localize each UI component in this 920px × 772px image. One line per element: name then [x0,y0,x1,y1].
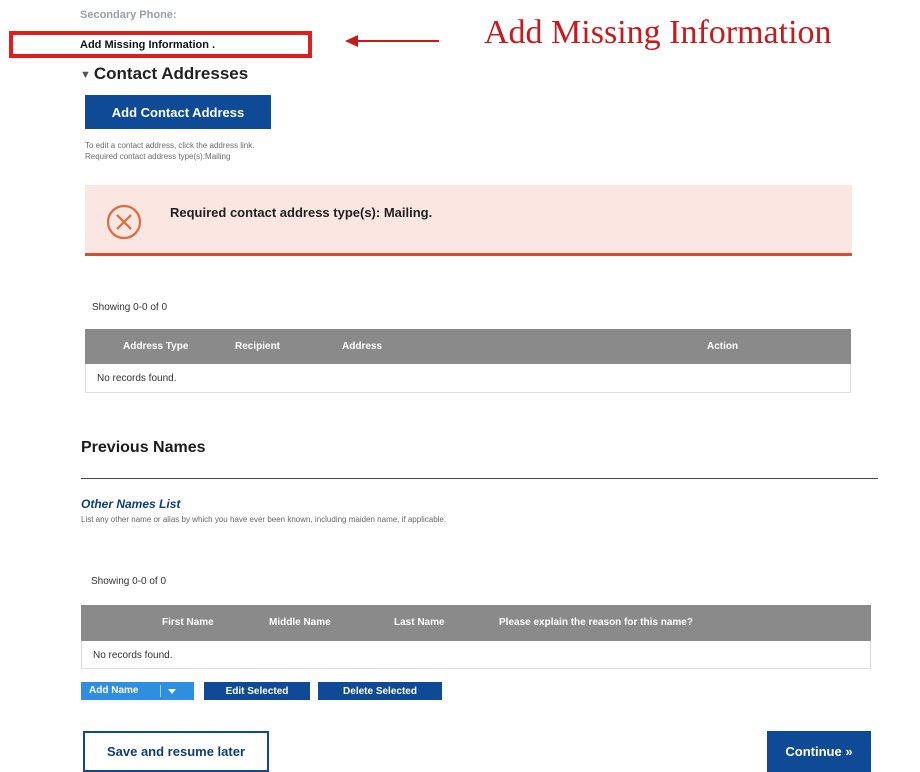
error-alert [85,185,852,256]
add-name-split-button[interactable]: Add Name [81,682,194,700]
add-contact-address-button[interactable]: Add Contact Address [85,95,271,129]
names-table-empty-row: No records found. [81,641,871,669]
contact-hint-line-1: To edit a contact address, click the add… [85,141,255,150]
contact-addresses-heading[interactable]: ▼ Contact Addresses [80,64,248,84]
contact-table-empty-row: No records found. [85,364,851,393]
contact-table-header: Address Type Recipient Address Action [85,329,851,364]
add-name-button[interactable]: Add Name [89,685,138,696]
collapse-caret-icon[interactable]: ▼ [80,69,91,81]
column-header-action[interactable]: Action [707,341,738,352]
left-arrow-icon [345,35,439,47]
column-header-address[interactable]: Address [342,341,382,352]
names-empty-text: No records found. [93,650,173,661]
caret-down-icon[interactable] [168,689,176,694]
section-divider [81,478,878,479]
save-and-resume-button[interactable]: Save and resume later [83,731,269,772]
delete-selected-button[interactable]: Delete Selected [318,682,442,700]
names-table-count: Showing 0-0 of 0 [91,576,167,587]
column-header-first-name[interactable]: First Name [162,617,214,628]
error-alert-text: Required contact address type(s): Mailin… [170,205,433,220]
contact-hint-line-2: Required contact address type(s):Mailing [85,152,231,161]
column-header-middle-name[interactable]: Middle Name [269,617,331,628]
contact-address-hint: To edit a contact address, click the add… [85,140,254,162]
annotation-callout: Add Missing Information [484,14,832,51]
other-names-subheading: Other Names List [81,497,181,511]
continue-button[interactable]: Continue » [767,731,871,772]
edit-selected-button[interactable]: Edit Selected [204,682,310,700]
previous-names-heading: Previous Names [81,439,206,456]
column-header-reason[interactable]: Please explain the reason for this name? [499,617,693,628]
other-names-hint: List any other name or alias by which yo… [81,515,447,524]
contact-empty-text: No records found. [97,373,177,384]
column-header-recipient[interactable]: Recipient [235,341,280,352]
missing-info-label: Add Missing Information . [80,39,216,51]
column-header-address-type[interactable]: Address Type [123,341,188,352]
names-table-header: First Name Middle Name Last Name Please … [81,605,871,641]
contact-table-count: Showing 0-0 of 0 [92,302,168,313]
error-circle-x-icon [106,204,142,240]
contact-addresses-title: Contact Addresses [93,64,249,83]
secondary-phone-label: Secondary Phone: [80,9,177,21]
column-header-last-name[interactable]: Last Name [394,617,445,628]
split-divider [160,685,161,697]
